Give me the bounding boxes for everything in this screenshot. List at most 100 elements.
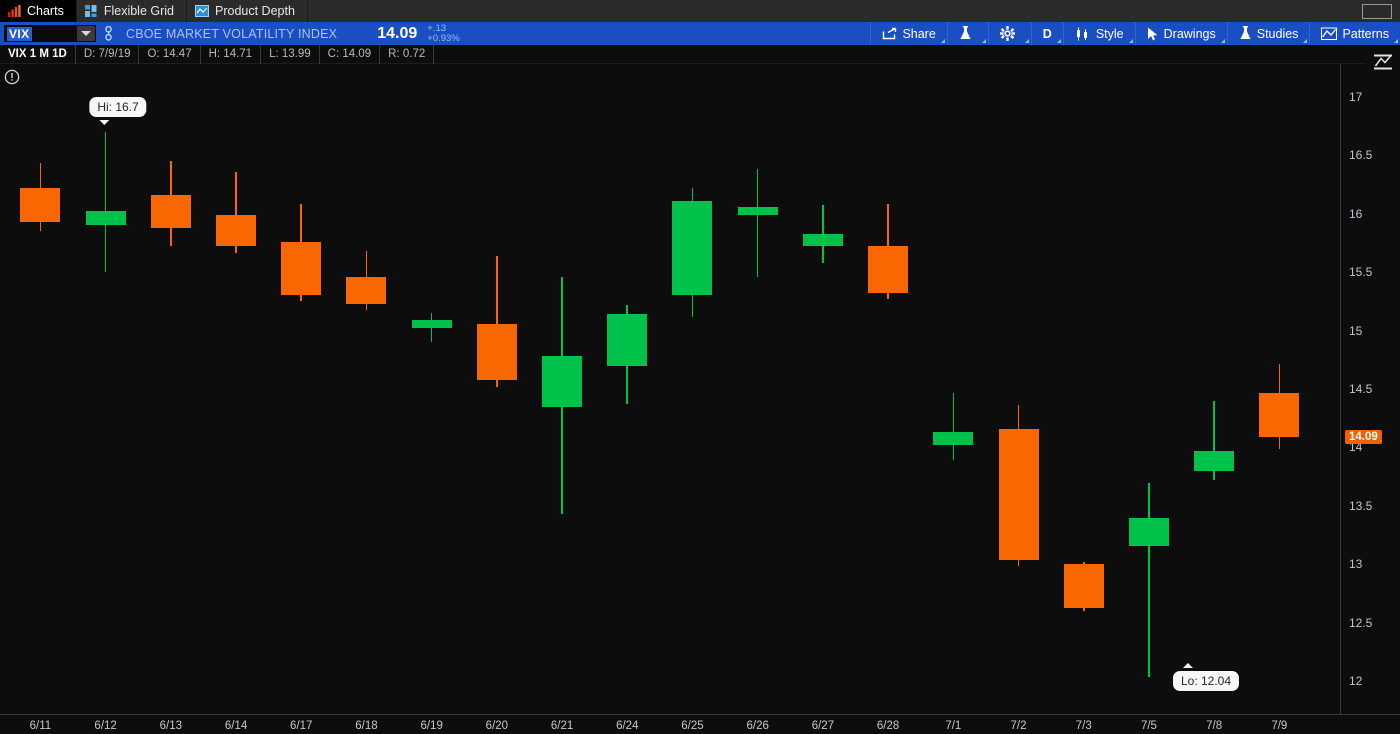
candle-body — [607, 314, 648, 366]
candle-body — [1194, 450, 1235, 471]
info-circle-icon[interactable] — [4, 69, 20, 85]
candle-body — [85, 211, 126, 226]
drawings-button[interactable]: Drawings — [1134, 22, 1227, 45]
time-tick: 6/13 — [159, 720, 183, 732]
price-tick: 14.5 — [1349, 382, 1373, 396]
symbol-input-wrap[interactable]: VIX — [4, 25, 96, 42]
candle-wick — [104, 131, 107, 273]
candle-body — [542, 356, 583, 407]
candle-body — [216, 214, 257, 247]
candle-body — [868, 246, 909, 294]
time-tick: 6/28 — [876, 720, 900, 732]
share-label: Share — [902, 26, 936, 41]
trading-chart-app: Charts Flexible Grid Product Depth VIX C… — [0, 0, 1400, 734]
gear-icon — [999, 26, 1015, 41]
chart-plot-area[interactable]: Hi: 16.7 Lo: 12.04 — [0, 64, 1340, 714]
flask-icon — [1239, 26, 1252, 41]
time-axis[interactable]: 6/11 6/12 6/13 6/14 6/17 6/18 6/19 6/20 6/21 6/24… — [0, 714, 1400, 734]
time-tick: 7/1 — [945, 720, 962, 732]
price-tick: 16.5 — [1349, 148, 1373, 163]
time-tick: 6/12 — [94, 720, 117, 732]
time-tick: 6/26 — [746, 720, 769, 732]
depth-icon — [195, 5, 209, 17]
chart-type-toggle[interactable] — [1366, 45, 1400, 79]
time-tick: 6/21 — [550, 720, 574, 732]
tab-charts-label: Charts — [27, 4, 64, 18]
candle-wick — [952, 392, 955, 461]
time-tick: 6/27 — [811, 720, 835, 732]
candle-wick — [756, 169, 759, 277]
candle-body — [737, 206, 778, 215]
candle-body — [1063, 564, 1104, 608]
window-controls — [1362, 0, 1400, 22]
tab-product-depth[interactable]: Product Depth — [187, 0, 308, 22]
link-chain-icon[interactable] — [103, 25, 114, 41]
time-tick: 6/20 — [485, 720, 509, 732]
candle-body — [150, 194, 191, 228]
bar-chart-icon — [8, 5, 21, 17]
ohlc-range: R: 0.72 — [380, 44, 435, 64]
style-icon — [1075, 27, 1091, 41]
price-axis[interactable]: 17 16.5 16 15.5 15 14.5 14 13.5 13 12.5 12 14.09 — [1340, 64, 1400, 714]
time-tick: 7/5 — [1140, 720, 1157, 732]
tab-charts[interactable]: Charts — [0, 0, 77, 22]
patterns-button[interactable]: Patterns — [1309, 22, 1400, 45]
settings-button[interactable] — [987, 22, 1031, 45]
symbol-dropdown-button[interactable] — [77, 26, 95, 41]
time-tick: 7/2 — [1010, 720, 1027, 732]
studies-label: Studies — [1256, 26, 1299, 41]
timeframe-button[interactable]: D — [1030, 22, 1063, 45]
price-change: +.13 — [427, 22, 447, 34]
ohlc-date: D: 7/9/19 — [76, 44, 140, 64]
candle-body — [998, 428, 1039, 560]
candle-body — [476, 323, 517, 380]
flask-icon — [959, 26, 972, 41]
bubble-tail — [1182, 663, 1193, 668]
candle-body — [20, 187, 61, 222]
time-tick: 7/3 — [1075, 720, 1092, 732]
price-tick: 17 — [1349, 89, 1363, 104]
tab-product-depth-label: Product Depth — [215, 4, 295, 18]
symbol-bar: VIX CBOE MARKET VOLATILITY INDEX 14.09 +… — [0, 22, 1400, 45]
tab-flexible-grid-label: Flexible Grid — [103, 4, 174, 18]
candle-body — [346, 276, 387, 304]
tab-bar: Charts Flexible Grid Product Depth — [0, 0, 1400, 22]
time-tick: 6/25 — [681, 720, 704, 732]
time-tick: 6/19 — [420, 720, 443, 732]
ohlc-bar: VIX 1 M 1D D: 7/9/19 O: 14.47 H: 14.71 L… — [0, 44, 1400, 64]
last-price-badge[interactable]: 14.09 — [1345, 429, 1382, 444]
high-bubble: Hi: 16.7 — [89, 97, 147, 125]
restore-window-button[interactable] — [1362, 3, 1392, 19]
timeframe-label: D — [1042, 26, 1052, 41]
candle-body — [672, 200, 713, 296]
symbol-input[interactable]: VIX — [7, 26, 32, 41]
candle-wick — [1148, 482, 1150, 677]
candle-body — [933, 432, 974, 446]
ohlc-low: L: 13.99 — [261, 44, 320, 64]
share-icon — [882, 27, 897, 40]
studies-flask-button[interactable] — [946, 22, 988, 45]
style-button[interactable]: Style — [1062, 22, 1135, 45]
time-tick: 6/24 — [616, 720, 639, 732]
studies-button[interactable]: Studies — [1226, 22, 1310, 45]
patterns-label: Patterns — [1342, 26, 1389, 41]
candle-body — [1128, 517, 1169, 546]
cursor-icon — [1147, 27, 1159, 41]
tab-bar-spacer — [308, 0, 1362, 22]
ohlc-close: C: 14.09 — [320, 44, 381, 64]
candle-body — [802, 233, 843, 247]
tab-flexible-grid[interactable]: Flexible Grid — [77, 0, 187, 22]
chart-toolbar: Share D Style Drawings Studies Patterns — [870, 22, 1400, 45]
candle-body — [281, 241, 322, 296]
time-tick: 6/17 — [290, 720, 313, 732]
price-change-percent: +0.93% — [427, 32, 460, 44]
bubble-tail — [99, 120, 110, 125]
price-tick: 13.5 — [1349, 498, 1373, 513]
share-button[interactable]: Share — [870, 22, 946, 45]
candle-body — [411, 320, 452, 329]
price-tick: 13 — [1349, 557, 1363, 572]
ohlc-high: H: 14.71 — [201, 44, 262, 64]
time-tick: 7/8 — [1206, 720, 1223, 732]
grid-icon — [84, 5, 98, 17]
chart-title: VIX 1 M 1D — [0, 44, 76, 64]
